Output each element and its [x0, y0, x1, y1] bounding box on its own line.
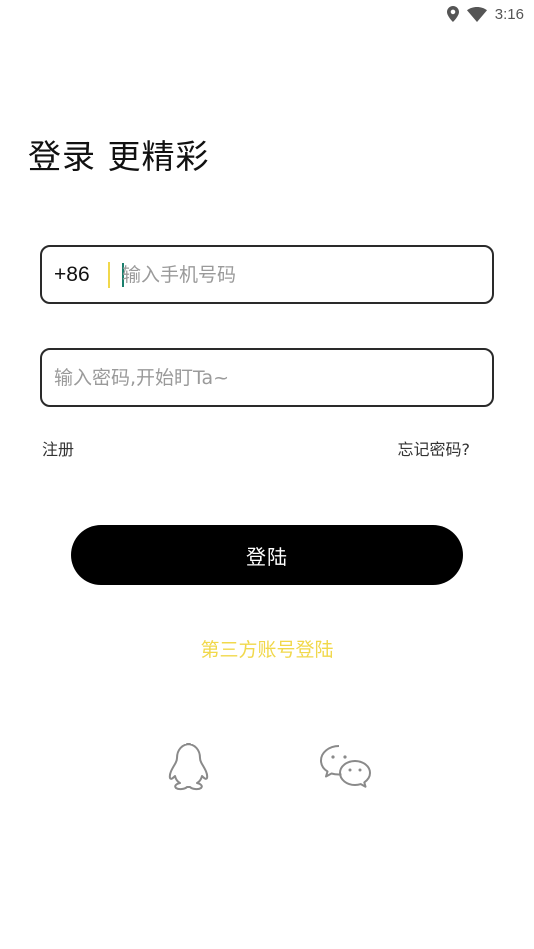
login-screen: 3:16 登录 更精彩 +86 注册 忘记密码? 登陆 第三方账号登陆 — [0, 0, 534, 949]
page-title: 登录 更精彩 — [28, 137, 210, 176]
register-link[interactable]: 注册 — [42, 436, 74, 460]
third-party-login-label: 第三方账号登陆 — [200, 639, 334, 661]
wifi-icon — [466, 6, 487, 22]
country-code[interactable]: +86 — [42, 263, 108, 287]
wechat-icon[interactable] — [318, 740, 372, 792]
login-button[interactable]: 登陆 — [71, 525, 463, 585]
status-time: 3:16 — [494, 5, 524, 23]
phone-field[interactable]: +86 — [40, 245, 494, 304]
location-icon — [446, 6, 459, 22]
password-input[interactable] — [42, 350, 492, 405]
password-field[interactable] — [40, 348, 494, 407]
phone-input[interactable] — [122, 247, 492, 302]
qq-icon[interactable] — [163, 740, 217, 792]
field-divider — [108, 261, 110, 288]
status-bar: 3:16 — [0, 0, 534, 28]
forgot-password-link[interactable]: 忘记密码? — [398, 436, 471, 460]
